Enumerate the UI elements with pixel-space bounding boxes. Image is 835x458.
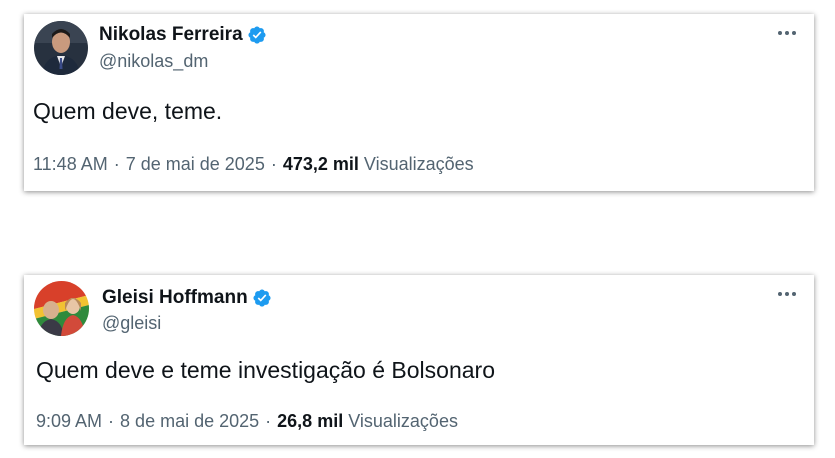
views-count: 473,2 mil bbox=[282, 154, 359, 174]
avatar[interactable] bbox=[34, 281, 89, 336]
more-horizontal-icon[interactable] bbox=[774, 24, 800, 42]
views-label: Visualizações bbox=[348, 411, 458, 431]
author-name[interactable]: Nikolas Ferreira bbox=[99, 24, 243, 46]
views-label: Visualizações bbox=[363, 154, 474, 174]
verified-badge-icon bbox=[252, 288, 272, 308]
tweet-time[interactable]: 9:09 AM bbox=[36, 411, 102, 431]
author-name[interactable]: Gleisi Hoffmann bbox=[102, 287, 248, 309]
more-horizontal-icon[interactable] bbox=[774, 285, 800, 303]
tweet-card[interactable]: Nikolas Ferreira @nikolas_dm Quem deve, … bbox=[24, 14, 814, 191]
verified-badge-icon bbox=[247, 25, 267, 45]
tweet-card[interactable]: Gleisi Hoffmann @gleisi Quem deve e teme… bbox=[24, 275, 814, 445]
tweet-text: Quem deve e teme investigação é Bolsonar… bbox=[36, 357, 495, 383]
avatar[interactable] bbox=[34, 21, 88, 75]
views-count: 26,8 mil bbox=[277, 411, 344, 431]
tweet-meta: 9:09 AM · 8 de mai de 2025 · 26,8 mil Visual… bbox=[36, 411, 458, 431]
tweet-text: Quem deve, teme. bbox=[33, 98, 223, 124]
tweet-time[interactable]: 11:48 AM bbox=[33, 154, 108, 174]
author-handle[interactable]: @gleisi bbox=[102, 313, 161, 334]
tweet-date[interactable]: 8 de mai de 2025 bbox=[120, 411, 259, 431]
tweet-meta: 11:48 AM · 7 de mai de 2025 · 473,2 mil Visu… bbox=[33, 154, 474, 174]
tweet-date[interactable]: 7 de mai de 2025 bbox=[126, 154, 265, 174]
author-handle[interactable]: @nikolas_dm bbox=[99, 51, 208, 72]
